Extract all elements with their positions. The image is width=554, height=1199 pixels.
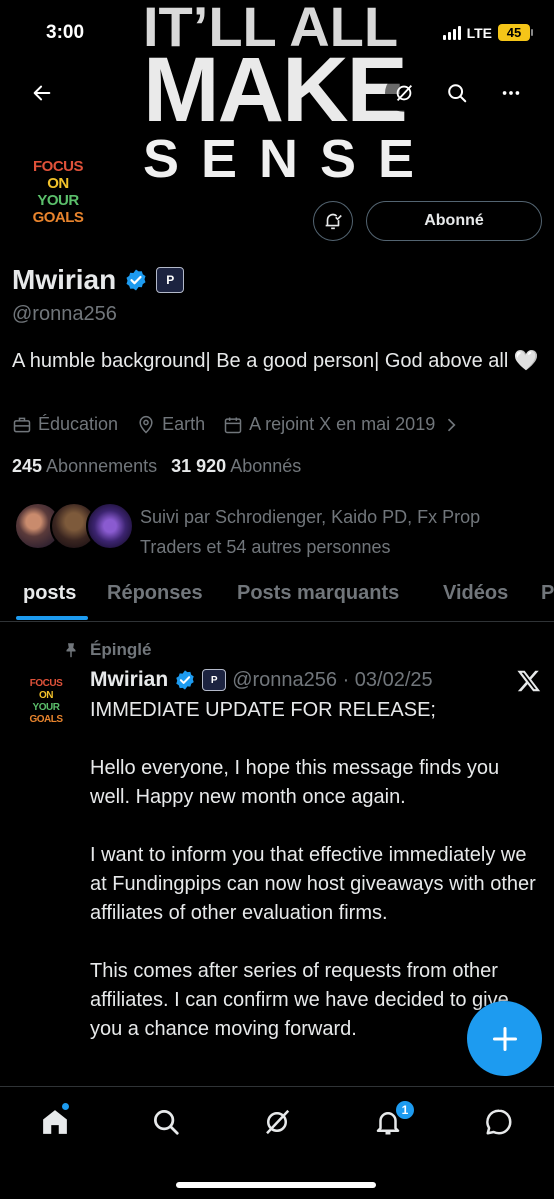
following-count: 245	[12, 456, 43, 476]
affiliate-badge[interactable]: P	[156, 267, 185, 293]
active-tab-indicator	[16, 616, 88, 620]
tab-replies[interactable]: Réponses	[107, 582, 203, 605]
followed-by-row[interactable]: Suivi par Schrodienger, Kaido PD, Fx Pro…	[14, 502, 540, 562]
home-icon	[43, 1110, 67, 1134]
tab-highlights[interactable]: Posts marquants	[237, 582, 399, 605]
profile-bio: A humble background| Be a good person| G…	[12, 350, 539, 372]
affiliate-badge: P	[202, 669, 227, 691]
following-button[interactable]: Abonné	[366, 201, 542, 241]
calendar-icon	[224, 417, 242, 433]
followed-by-text: Suivi par Schrodienger, Kaido PD, Fx Pro…	[140, 507, 481, 557]
avatar-text-line3: YOUR	[37, 192, 79, 209]
post-header: Mwirian P @ronna256 · 03/02/25	[90, 668, 433, 692]
post-paragraph: IMMEDIATE UPDATE FOR RELEASE;	[90, 699, 436, 721]
category-item: Éducation	[12, 414, 118, 435]
verified-badge-icon	[176, 670, 194, 690]
profile-name-row: Mwirian P	[12, 264, 185, 296]
location-pin-icon	[139, 415, 153, 434]
plus-icon	[492, 1026, 517, 1051]
post-author-name[interactable]: Mwirian	[90, 668, 168, 692]
pinned-label: Épinglé	[90, 640, 152, 659]
post-paragraph: I want to inform you that effective imme…	[90, 844, 536, 924]
battery-level: 45	[506, 25, 522, 40]
following-link[interactable]: 245 Abonnements	[12, 456, 157, 477]
followers-link[interactable]: 31 920 Abonnés	[171, 456, 301, 477]
home-unread-dot	[62, 1103, 69, 1110]
bell-check-icon	[325, 213, 342, 230]
post-handle-date: @ronna256 · 03/02/25	[232, 668, 433, 691]
chevron-right-icon	[448, 418, 456, 431]
avatar-text-line1: FOCUS	[33, 158, 84, 175]
location-label: Earth	[162, 414, 206, 434]
follower-avatar	[86, 502, 134, 550]
signal-icon	[442, 25, 461, 40]
post-paragraph: Hello everyone, I hope this message find…	[90, 757, 500, 808]
banner-text-line3: SENSE	[143, 129, 437, 189]
avatar-text-line1: FOCUS	[29, 678, 63, 689]
tab-videos[interactable]: Vidéos	[443, 582, 508, 605]
avatar-text-line4: GOALS	[32, 209, 84, 226]
search-icon	[154, 1110, 179, 1135]
profile-handle: @ronna256	[12, 303, 117, 325]
avatar-text-line3: YOUR	[32, 702, 60, 713]
joined-label: A rejoint X en mai 2019	[249, 414, 436, 434]
more-icon	[502, 91, 520, 95]
post-author-avatar[interactable]: FOCUS ON YOUR GOALS	[24, 672, 68, 732]
following-label: Abonnements	[46, 456, 158, 476]
nav-home[interactable]	[38, 1105, 72, 1139]
profile-avatar[interactable]: FOCUS ON YOUR GOALS	[14, 148, 102, 236]
category-label: Éducation	[38, 414, 119, 434]
nav-grok[interactable]	[260, 1105, 294, 1139]
briefcase-icon	[13, 417, 31, 432]
follow-stats: 245 Abonnements 31 920 Abonnés	[12, 456, 301, 477]
profile-meta: Éducation Earth A rejoint X en mai 2019	[12, 414, 461, 435]
nav-messages[interactable]	[482, 1105, 516, 1139]
grok-icon	[396, 85, 413, 101]
search-icon	[448, 84, 467, 103]
more-button[interactable]	[492, 74, 530, 112]
avatar-text-line2: ON	[47, 175, 69, 192]
battery-icon: 45	[498, 24, 533, 41]
tab-posts[interactable]: posts	[23, 582, 76, 605]
banner-text-line2: MAKE	[143, 39, 408, 141]
profile-tabs: posts Réponses Posts marquants Vidéos P	[0, 572, 554, 622]
followers-count: 31 920	[171, 456, 227, 476]
notifications-toggle-button[interactable]	[313, 201, 353, 241]
tab-partial[interactable]: P	[541, 582, 554, 605]
back-button[interactable]	[23, 74, 61, 112]
joined-item[interactable]: A rejoint X en mai 2019	[223, 414, 461, 435]
network-label: LTE	[466, 24, 492, 41]
profile-name: Mwirian	[12, 264, 117, 295]
status-indicators: LTE 45	[442, 24, 533, 41]
avatar-text-line2: ON	[39, 690, 54, 701]
location-item: Earth	[136, 414, 205, 435]
avatar-text-line4: GOALS	[29, 714, 63, 725]
nav-search[interactable]	[149, 1105, 183, 1139]
chat-bubble-icon	[486, 1109, 512, 1135]
grok-button[interactable]	[385, 74, 423, 112]
compose-post-button[interactable]	[467, 1001, 542, 1076]
x-logo-icon	[517, 670, 541, 692]
arrow-left-icon	[33, 85, 51, 101]
pinned-indicator: Épinglé	[62, 640, 151, 660]
pin-icon	[66, 643, 76, 658]
home-indicator	[176, 1182, 376, 1188]
search-button[interactable]	[438, 74, 476, 112]
grok-icon	[266, 1109, 290, 1135]
notifications-badge: 1	[395, 1100, 415, 1120]
status-time: 3:00	[46, 22, 85, 43]
follower-avatars	[14, 502, 134, 552]
verified-badge-icon[interactable]	[124, 268, 148, 292]
followers-label: Abonnés	[230, 456, 302, 476]
